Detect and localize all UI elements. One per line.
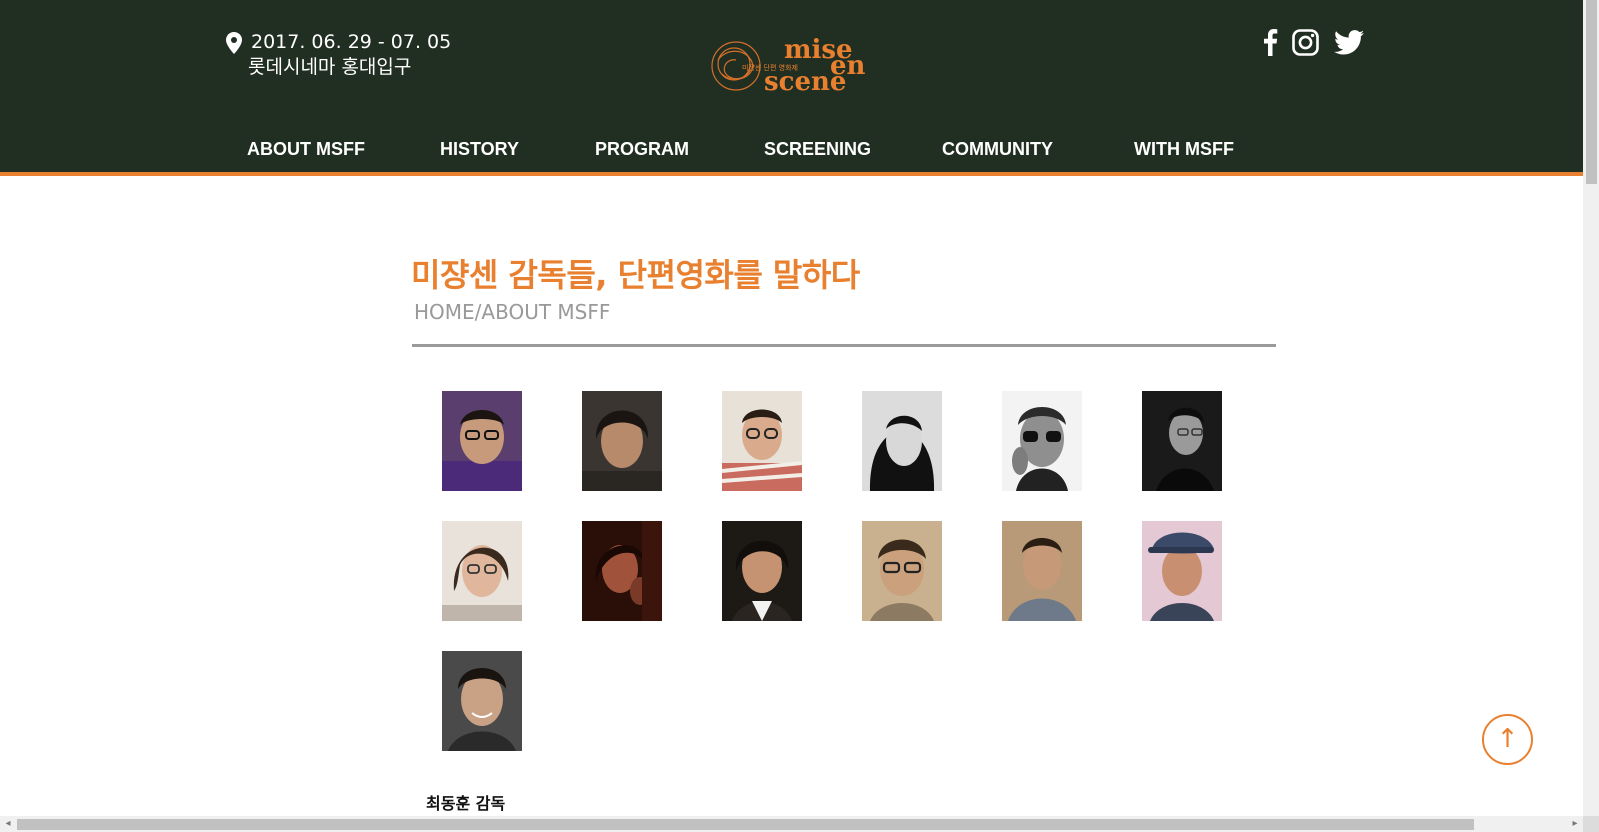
director-photo[interactable] <box>1002 391 1082 491</box>
director-photo[interactable] <box>862 391 942 491</box>
director-photo[interactable] <box>442 651 522 751</box>
twitter-icon[interactable] <box>1334 30 1364 55</box>
site-header: 2017. 06. 29 - 07. 05 롯데시네마 홍대입구 mise en… <box>0 0 1583 172</box>
festival-date: 2017. 06. 29 - 07. 05 <box>251 31 452 53</box>
scroll-right-icon[interactable]: ▸ <box>1567 816 1583 832</box>
nav-with-msff[interactable]: WITH MSFF <box>1134 139 1234 160</box>
director-photo[interactable] <box>1002 521 1082 621</box>
site-logo[interactable]: mise en scene 미쟝센 단편 영화제 <box>706 30 876 100</box>
svg-text:미쟝센 단편 영화제: 미쟝센 단편 영화제 <box>742 63 798 72</box>
director-photo[interactable] <box>582 521 662 621</box>
page-title: 미쟝센 감독들, 단편영화를 말하다 <box>411 256 860 294</box>
director-photo[interactable] <box>582 391 662 491</box>
director-photo[interactable] <box>862 521 942 621</box>
back-to-top-button[interactable]: ↑ <box>1482 714 1533 765</box>
horizontal-scrollbar[interactable]: ◂ ▸ <box>0 816 1583 832</box>
nav-community[interactable]: COMMUNITY <box>942 139 1053 160</box>
director-photo[interactable] <box>1142 521 1222 621</box>
arrow-up-icon: ↑ <box>1496 724 1519 754</box>
festival-venue: 롯데시네마 홍대입구 <box>248 56 412 78</box>
breadcrumb[interactable]: HOME/ABOUT MSFF <box>414 300 610 324</box>
location-pin-icon <box>226 32 242 54</box>
instagram-icon[interactable] <box>1292 29 1319 56</box>
director-photo[interactable] <box>442 521 522 621</box>
main-nav: ABOUT MSFF HISTORY PROGRAM SCREENING COM… <box>0 139 1583 169</box>
director-photo[interactable] <box>722 521 802 621</box>
director-photo[interactable] <box>442 391 522 491</box>
vertical-scroll-thumb[interactable] <box>1586 0 1597 184</box>
director-photo[interactable] <box>1142 391 1222 491</box>
vertical-scrollbar[interactable] <box>1583 0 1599 816</box>
facebook-icon[interactable] <box>1262 28 1278 56</box>
header-accent-line <box>0 172 1583 176</box>
nav-screening[interactable]: SCREENING <box>764 139 871 160</box>
horizontal-scroll-thumb[interactable] <box>17 819 1474 830</box>
nav-program[interactable]: PROGRAM <box>595 139 689 160</box>
nav-history[interactable]: HISTORY <box>440 139 519 160</box>
scroll-left-icon[interactable]: ◂ <box>0 816 16 832</box>
title-divider <box>412 344 1276 347</box>
director-name: 최동훈 감독 <box>426 794 506 813</box>
director-photo[interactable] <box>722 391 802 491</box>
scrollbar-corner <box>1583 816 1599 832</box>
nav-about-msff[interactable]: ABOUT MSFF <box>247 139 365 160</box>
